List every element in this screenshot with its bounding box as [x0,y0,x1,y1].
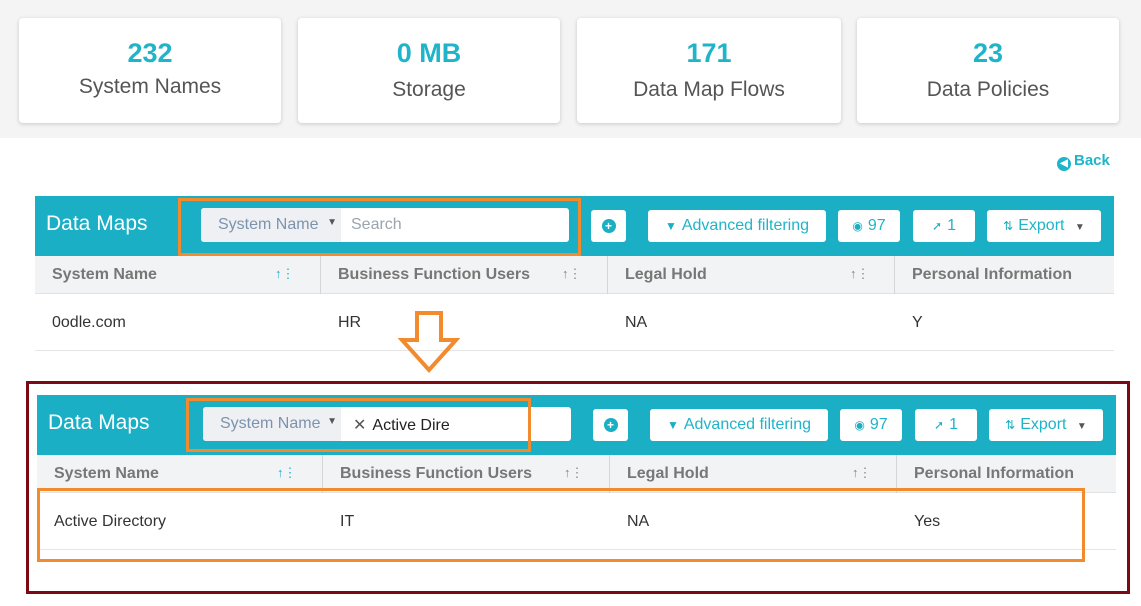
export-icon: ⇅ [1005,418,1016,432]
add-button[interactable]: + [593,409,628,441]
sort-asc-icon[interactable]: ↑⋮ [275,266,295,282]
back-label: Back [1074,152,1110,169]
add-button[interactable]: + [591,210,626,242]
stat-value: 232 [127,38,173,68]
advanced-filtering-label: Advanced filtering [681,217,810,234]
pin-icon: ➚ [932,219,943,233]
pinned-columns-button[interactable]: ➚ 1 [915,409,977,441]
table-header: System Name ↑⋮ Business Function Users ↑… [35,256,1114,294]
stat-card-data-policies[interactable]: 23 Data Policies [857,18,1119,123]
cell-personal-information: Yes [914,513,941,530]
pinned-columns-button[interactable]: ➚ 1 [913,210,975,242]
cell-system-name: 0odle.com [52,314,126,331]
export-button[interactable]: ⇅ Export ▼ [989,409,1103,441]
panel-title: Data Maps [48,411,150,434]
sort-icon[interactable]: ↑⋮ [562,266,582,282]
stat-label: System Names [78,75,222,98]
clear-icon[interactable]: ✕ [353,417,366,434]
caret-down-icon: ▼ [1076,421,1087,432]
export-icon: ⇅ [1003,219,1014,233]
pinned-columns-count: 1 [947,217,956,234]
stat-card-system-names[interactable]: 232 System Names [19,18,281,123]
stat-value: 171 [686,38,732,68]
advanced-filtering-button[interactable]: ▼ Advanced filtering [648,210,826,242]
filter-icon: ▼ [666,418,679,432]
search-group: System Name ▼ [201,208,569,242]
table-header: System Name ↑⋮ Business Function Users ↑… [37,455,1116,493]
hidden-columns-button[interactable]: ◉ 97 [838,210,900,242]
cell-personal-information: Y [912,314,923,331]
search-group: System Name ▼ ✕ Active Dire [203,407,571,441]
advanced-filtering-label: Advanced filtering [683,416,812,433]
eye-slash-icon: ◉ [852,219,863,233]
hidden-columns-count: 97 [869,416,888,433]
stat-label: Data Policies [926,78,1050,101]
back-link[interactable]: ◀ Back [1057,152,1110,171]
cell-legal-hold: NA [627,513,650,530]
search-field-label: System Name [220,415,321,432]
table-row[interactable]: Active Directory IT NA Yes [37,493,1116,550]
sort-icon[interactable]: ↑⋮ [564,465,584,481]
table-row[interactable]: 0odle.com HR NA Y [35,294,1114,351]
search-chip[interactable]: ✕ Active Dire [353,415,450,435]
stat-card-data-map-flows[interactable]: 171 Data Map Flows [577,18,841,123]
data-maps-panel-before: Data Maps System Name ▼ + ▼ Advanced filt… [35,196,1114,351]
caret-down-icon: ▼ [327,416,337,427]
search-field-label: System Name [218,216,319,233]
export-button[interactable]: ⇅ Export ▼ [987,210,1101,242]
stat-label: Data Map Flows [633,78,785,101]
stats-band: 232 System Names 0 MB Storage 171 Data M… [0,0,1141,138]
pinned-columns-count: 1 [949,416,958,433]
toolbar: Data Maps System Name ▼ ✕ Active Dire + ▼… [37,395,1116,455]
search-field-select[interactable]: System Name ▼ [203,407,341,441]
filter-icon: ▼ [664,219,677,233]
column-header-personal-information[interactable]: Personal Information [895,256,1114,294]
sort-asc-icon[interactable]: ↑⋮ [277,465,297,481]
stat-value: 0 MB [396,38,462,68]
column-header-personal-information[interactable]: Personal Information [897,455,1116,493]
stat-label: Storage [392,78,466,101]
stat-value: 23 [972,38,1004,68]
export-label: Export [1020,416,1067,433]
eye-slash-icon: ◉ [854,418,865,432]
toolbar: Data Maps System Name ▼ + ▼ Advanced filt… [35,196,1114,256]
search-input[interactable] [351,208,561,242]
sort-icon[interactable]: ↑⋮ [850,266,870,282]
hidden-columns-button[interactable]: ◉ 97 [840,409,902,441]
hidden-columns-count: 97 [867,217,886,234]
cell-system-name: Active Directory [54,513,167,530]
cell-legal-hold: NA [625,314,648,331]
back-arrow-icon: ◀ [1057,157,1071,171]
panel-title: Data Maps [46,212,148,235]
data-maps-panel-after: Data Maps System Name ▼ ✕ Active Dire + ▼… [37,395,1116,550]
pin-icon: ➚ [934,418,945,432]
plus-circle-icon: + [601,219,616,233]
cell-business-function-users: HR [338,314,362,331]
search-field-select[interactable]: System Name ▼ [201,208,341,242]
sort-icon[interactable]: ↑⋮ [852,465,872,481]
stat-card-storage[interactable]: 0 MB Storage [298,18,560,123]
down-arrow-icon [398,311,460,373]
plus-circle-icon: + [603,418,618,432]
caret-down-icon: ▼ [1074,222,1085,233]
export-label: Export [1018,217,1065,234]
search-value: Active Dire [372,417,450,434]
caret-down-icon: ▼ [327,217,337,228]
advanced-filtering-button[interactable]: ▼ Advanced filtering [650,409,828,441]
cell-business-function-users: IT [340,513,355,530]
